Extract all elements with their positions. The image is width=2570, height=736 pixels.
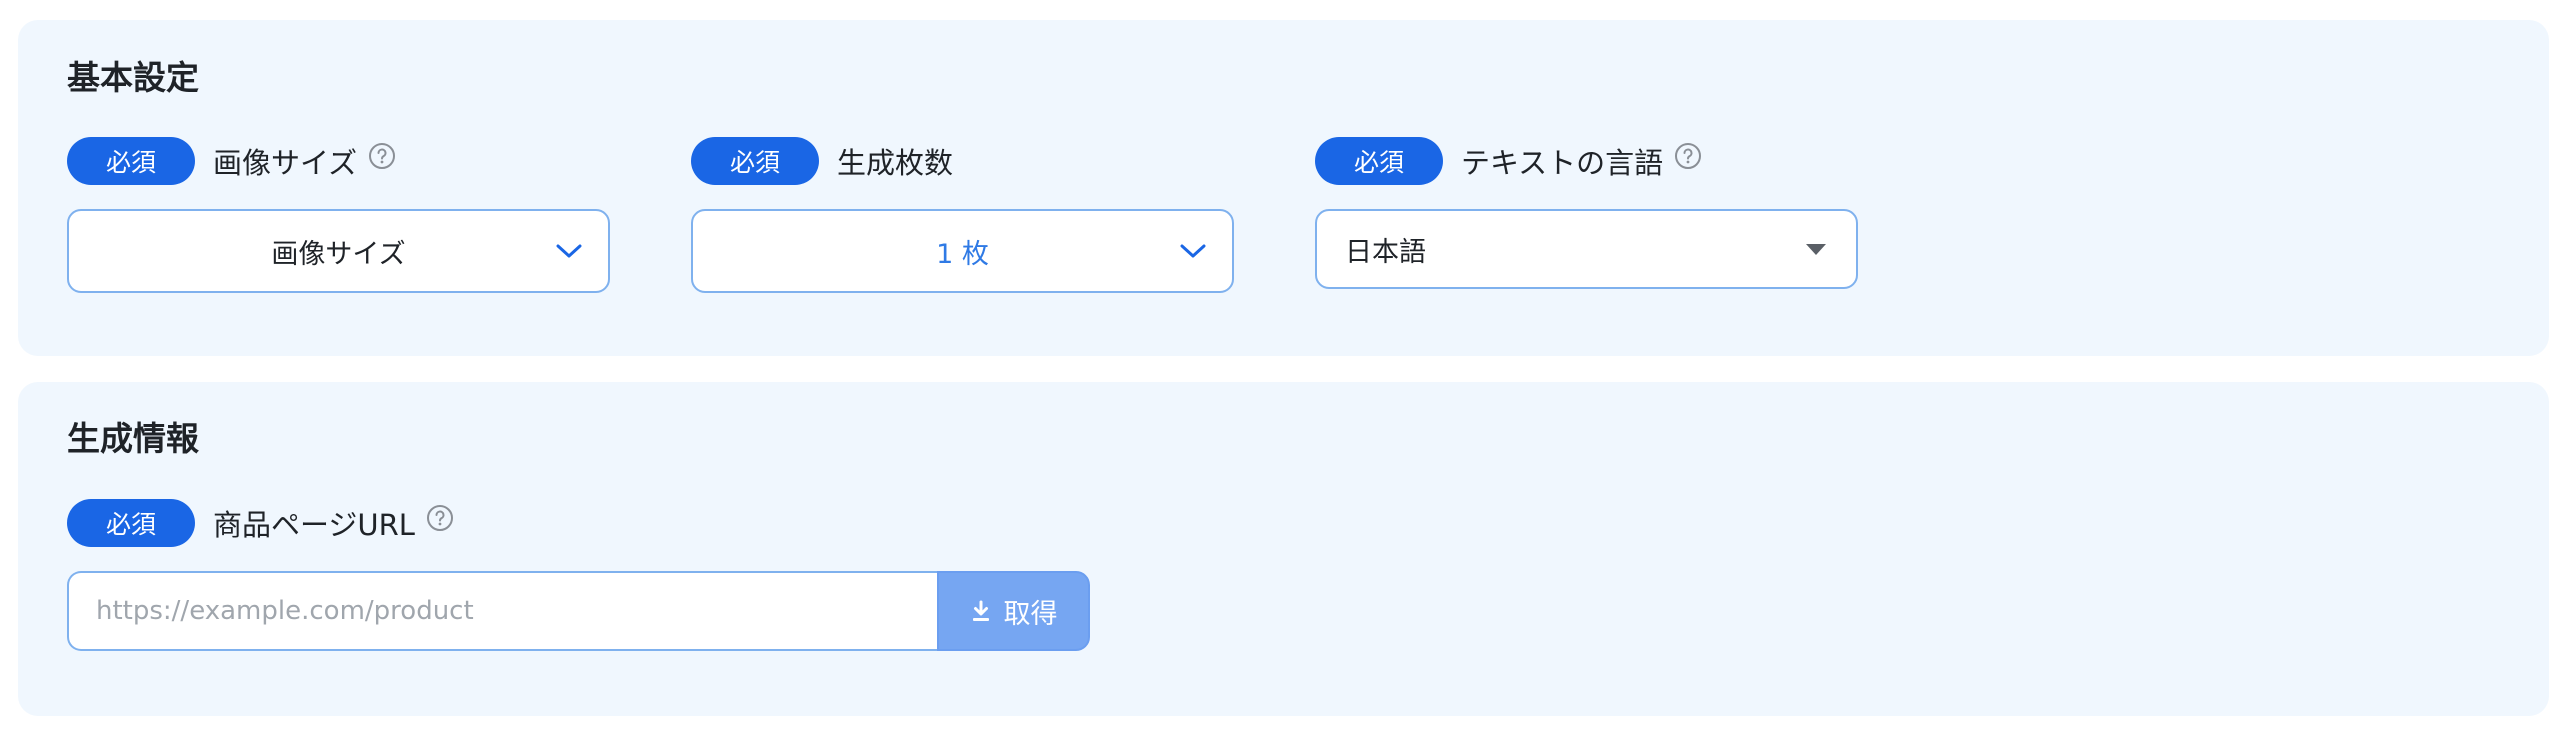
generation-info-title: 生成情報	[67, 419, 199, 458]
text-language-select-value: 日本語	[1345, 236, 1426, 268]
fetch-button[interactable]: 取得	[937, 571, 1090, 651]
image-size-label: 画像サイズ	[213, 146, 358, 180]
count-select[interactable]: 1 枚	[691, 209, 1234, 293]
required-badge: 必須	[67, 137, 195, 185]
image-size-select[interactable]: 画像サイズ	[67, 209, 610, 293]
text-language-select[interactable]: 日本語	[1315, 209, 1858, 289]
chevron-down-icon	[1180, 244, 1206, 258]
product-url-label-row: 必須 商品ページURL	[67, 499, 455, 547]
generation-info-card: 生成情報 必須 商品ページURL 取得	[18, 382, 2549, 716]
basic-settings-card: 基本設定 必須 画像サイズ 画像サイズ 必須 生成枚数 1 枚 必須 テキストの…	[18, 20, 2549, 356]
count-label-row: 必須 生成枚数	[691, 137, 953, 185]
download-icon	[972, 600, 989, 621]
required-badge: 必須	[1315, 137, 1443, 185]
help-icon[interactable]	[1673, 141, 1703, 171]
text-language-label-row: 必須 テキストの言語	[1315, 137, 1703, 185]
required-badge: 必須	[67, 499, 195, 547]
text-language-label: テキストの言語	[1461, 146, 1664, 180]
count-label: 生成枚数	[837, 146, 954, 180]
product-url-row: 取得	[67, 571, 1090, 651]
product-url-label: 商品ページURL	[213, 508, 415, 542]
help-icon[interactable]	[367, 141, 397, 171]
product-url-input[interactable]	[67, 571, 937, 651]
required-badge: 必須	[691, 137, 819, 185]
caret-down-icon	[1806, 244, 1826, 255]
image-size-label-row: 必須 画像サイズ	[67, 137, 397, 185]
count-select-value: 1 枚	[936, 238, 989, 270]
help-icon[interactable]	[425, 503, 455, 533]
image-size-select-value: 画像サイズ	[271, 238, 406, 270]
basic-settings-title: 基本設定	[67, 58, 199, 97]
chevron-down-icon	[556, 244, 582, 258]
fetch-button-label: 取得	[1003, 598, 1058, 630]
